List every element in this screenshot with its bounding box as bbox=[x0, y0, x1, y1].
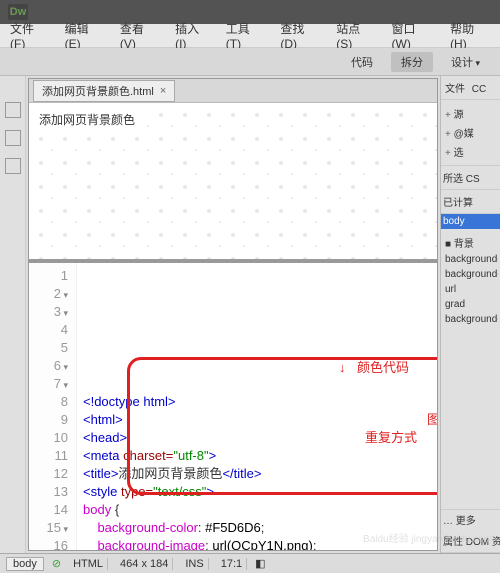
code-line-9[interactable]: background-image: url(QCpY1N.png); bbox=[83, 537, 431, 550]
css-prop-4[interactable]: background-repeat bbox=[443, 312, 498, 327]
tool-icon-1[interactable] bbox=[5, 102, 21, 118]
footer-tab-0[interactable]: 属性 bbox=[443, 537, 466, 548]
status-cursor: 17:1 bbox=[217, 558, 247, 570]
panel-section-1[interactable]: @媒 bbox=[443, 123, 498, 142]
code-line-7[interactable]: body { bbox=[83, 501, 431, 519]
status-lang[interactable]: HTML bbox=[69, 558, 108, 570]
panel-tab-cc[interactable]: CC bbox=[470, 82, 488, 97]
code-line-8[interactable]: background-color: #F5D6D6; bbox=[83, 519, 431, 537]
code-line-1[interactable]: <!doctype html> bbox=[83, 393, 431, 411]
code-line-6[interactable]: <style type="text/css"> bbox=[83, 483, 431, 501]
panel-tab-files[interactable]: 文件 bbox=[443, 82, 467, 97]
view-toolbar: 代码 拆分 设计 bbox=[0, 48, 500, 76]
statusbar: body ⊘ HTML 464 x 184 INS 17:1 ◧ bbox=[0, 553, 500, 573]
panel-section-0[interactable]: 源 bbox=[443, 104, 498, 123]
view-code-button[interactable]: 代码 bbox=[341, 52, 383, 72]
menubar: 文件(F)编辑(E)查看(V)插入(I)工具(T)查找(D)站点(S)窗口(W)… bbox=[0, 24, 500, 48]
editor-area: 添加网页背景颜色.html × 添加网页背景颜色 123456789101112… bbox=[28, 78, 438, 551]
close-icon[interactable]: × bbox=[160, 85, 166, 97]
view-split-button[interactable]: 拆分 bbox=[391, 52, 433, 72]
tool-icon-2[interactable] bbox=[5, 130, 21, 146]
right-panels: 文件 CC 源@媒选 所选 CS 已计算 body ■ 背景 backgroun… bbox=[440, 76, 500, 553]
code-lines[interactable]: ↓ 颜色代码 图片 重复方式 <!doctype html><html><hea… bbox=[77, 263, 437, 550]
footer-tab-2[interactable]: 资 bbox=[492, 537, 500, 548]
footer-tab-1[interactable]: DOM bbox=[466, 537, 492, 548]
right-footer: 属性 DOM 资 当 bbox=[441, 529, 500, 553]
css-hint: 所选 CS bbox=[441, 166, 500, 190]
css-prop-2[interactable]: url bbox=[443, 282, 498, 297]
line-gutter: 12345678910111213141516171819 bbox=[29, 263, 77, 550]
tab-label: 添加网页背景颜色.html bbox=[42, 83, 154, 99]
css-prop-1[interactable]: background- bbox=[443, 267, 498, 282]
props-title: ■ 背景 bbox=[443, 233, 498, 252]
annotation-arrow: ↓ bbox=[339, 359, 346, 377]
computed-label: 已计算 bbox=[441, 190, 500, 214]
selector-body[interactable]: body bbox=[441, 214, 500, 229]
code-line-2[interactable]: <html> bbox=[83, 411, 431, 429]
document-tabbar: 添加网页背景颜色.html × bbox=[29, 79, 437, 103]
left-toolbar bbox=[0, 76, 26, 553]
tool-icon-3[interactable] bbox=[5, 158, 21, 174]
design-preview[interactable]: 添加网页背景颜色 bbox=[29, 103, 437, 263]
code-line-5[interactable]: <title>添加网页背景颜色</title> bbox=[83, 465, 431, 483]
status-dimensions: 464 x 184 bbox=[116, 558, 173, 570]
status-ok-icon: ⊘ bbox=[52, 557, 61, 570]
annotation-color: 颜色代码 bbox=[357, 359, 409, 377]
code-line-3[interactable]: <head> bbox=[83, 429, 431, 447]
document-tab[interactable]: 添加网页背景颜色.html × bbox=[33, 80, 175, 102]
breadcrumb-body[interactable]: body bbox=[6, 557, 44, 571]
code-editor[interactable]: 12345678910111213141516171819 ↓ 颜色代码 图片 … bbox=[29, 263, 437, 550]
preview-title: 添加网页背景颜色 bbox=[35, 109, 139, 130]
code-line-4[interactable]: <meta charset="utf-8"> bbox=[83, 447, 431, 465]
panel-files: 文件 CC bbox=[441, 76, 500, 100]
more-link[interactable]: … 更多 bbox=[441, 510, 500, 529]
css-prop-3[interactable]: grad bbox=[443, 297, 498, 312]
view-design-button[interactable]: 设计 bbox=[441, 52, 490, 72]
status-ins: INS bbox=[181, 558, 208, 570]
css-prop-0[interactable]: background-color bbox=[443, 252, 498, 267]
status-encoding-icon[interactable]: ◧ bbox=[255, 557, 265, 570]
panel-section-2[interactable]: 选 bbox=[443, 142, 498, 161]
